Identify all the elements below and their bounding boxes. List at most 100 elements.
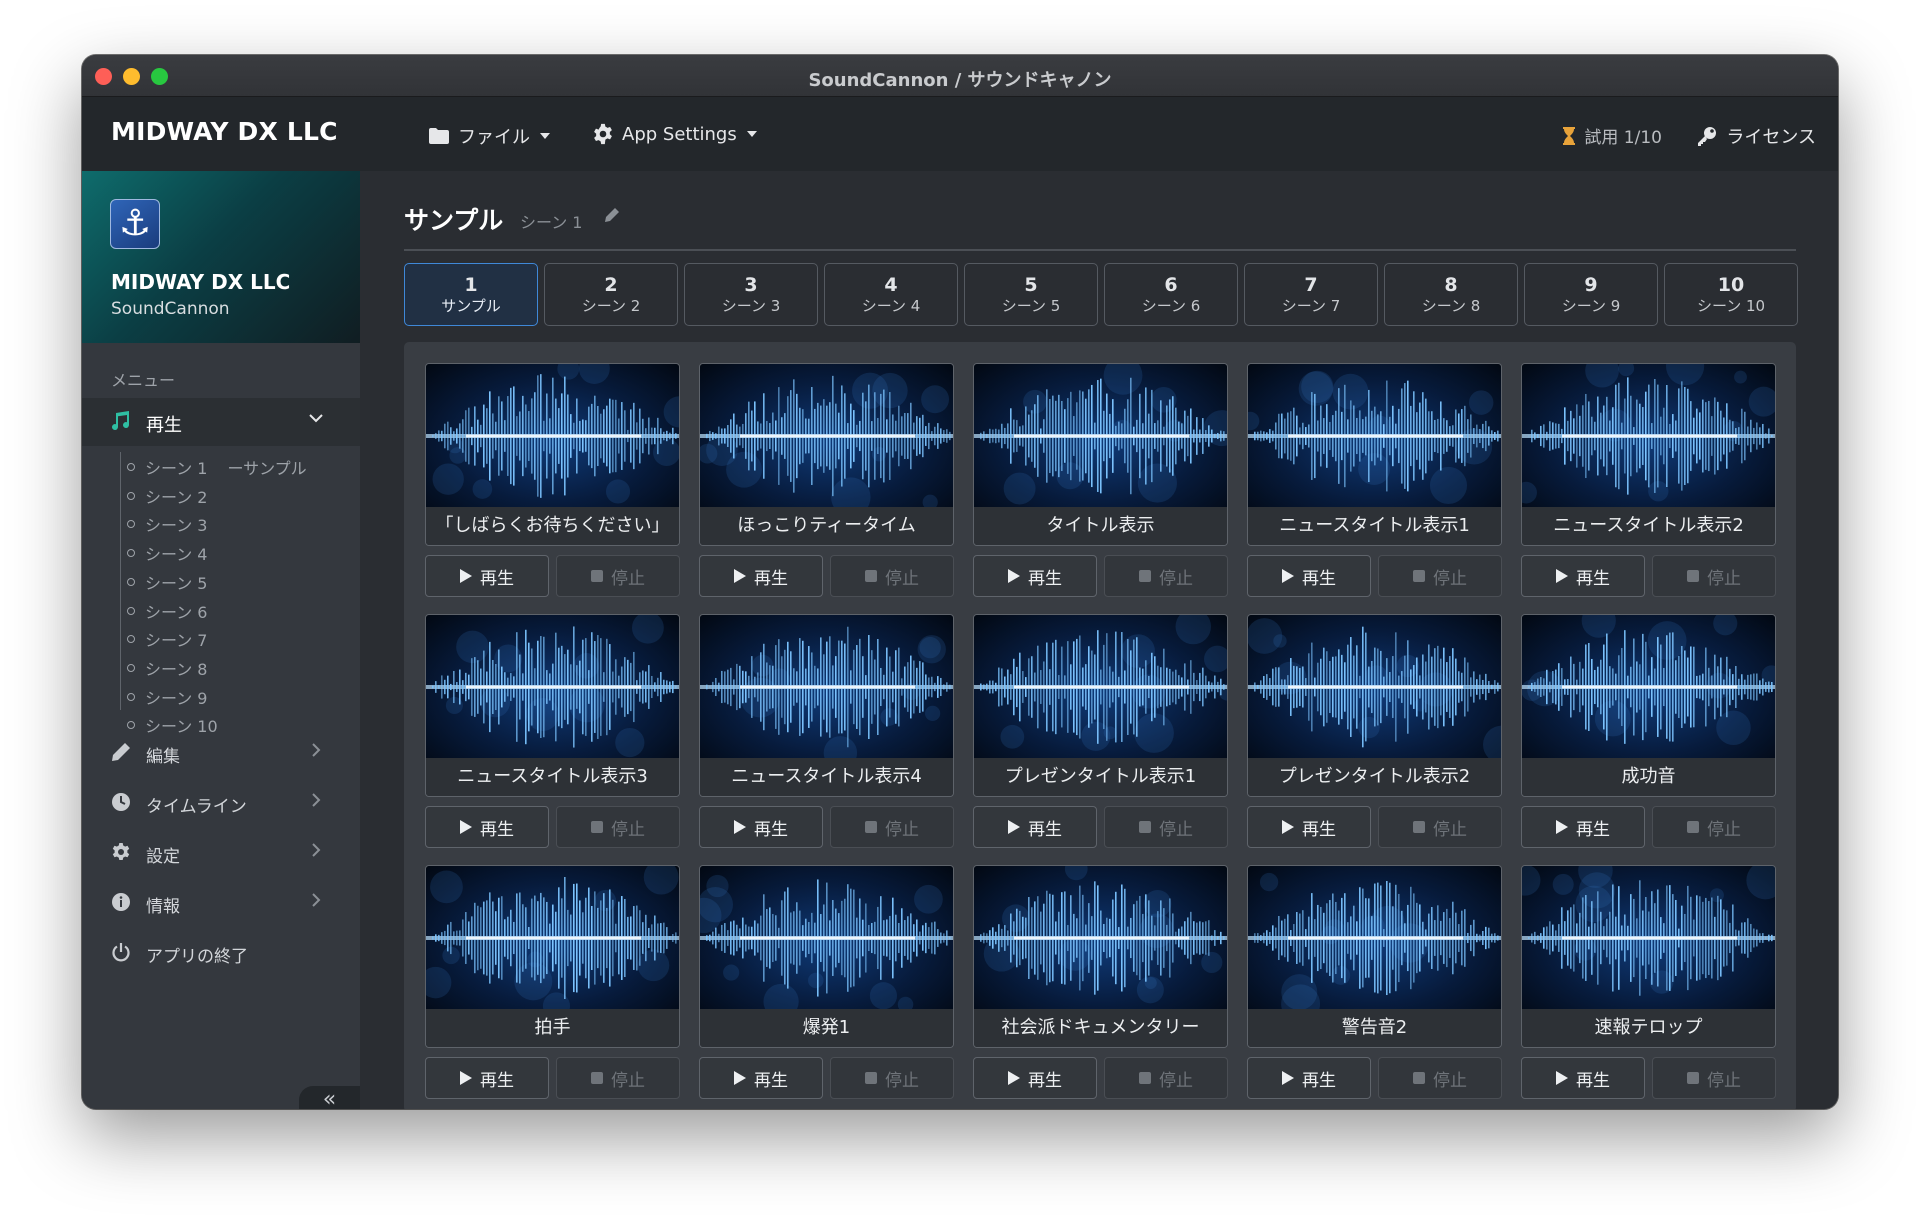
stop-button[interactable]: 停止 [1104,555,1228,597]
sidebar-scene-7[interactable]: シーン 7 [127,624,207,654]
waveform-thumbnail [700,866,953,1009]
sound-card[interactable]: 警告音2 [1247,865,1502,1048]
stop-button[interactable]: 停止 [1652,806,1776,848]
stop-label: 停止 [1433,1070,1467,1091]
sidebar-scene-4[interactable]: シーン 4 [127,538,207,568]
play-button[interactable]: 再生 [1521,806,1645,848]
tab-scene-2[interactable]: 2 シーン 2 [544,263,678,326]
sidebar-scene-8[interactable]: シーン 8 [127,653,207,683]
sidebar-item-5[interactable]: アプリの終了 [82,930,360,974]
sound-card[interactable]: 速報テロップ [1521,865,1776,1048]
sidebar-item-play[interactable]: 再生 [82,398,360,446]
sidebar-scene-6[interactable]: シーン 6 [127,596,207,626]
tab-number: 6 [1164,273,1178,296]
sound-card[interactable]: 「しばらくお待ちください」 [425,363,680,546]
scene-label: シーン 2 [145,487,208,507]
brand-name[interactable]: MIDWAY DX LLC [111,117,338,146]
stop-button[interactable]: 停止 [1378,555,1502,597]
tab-scene-5[interactable]: 5 シーン 5 [964,263,1098,326]
play-button[interactable]: 再生 [425,1057,549,1099]
play-button[interactable]: 再生 [699,555,823,597]
play-button[interactable]: 再生 [973,806,1097,848]
stop-button[interactable]: 停止 [830,1057,954,1099]
stop-button[interactable]: 停止 [830,806,954,848]
play-icon [1556,820,1568,834]
license-menu[interactable]: ライセンス [1696,123,1816,149]
stop-button[interactable]: 停止 [1652,1057,1776,1099]
sidebar-scene-3[interactable]: シーン 3 [127,509,207,539]
play-button[interactable]: 再生 [1247,1057,1371,1099]
sound-card[interactable]: 爆発1 [699,865,954,1048]
sound-card[interactable]: ニュースタイトル表示3 [425,614,680,797]
sound-card[interactable]: プレゼンタイトル表示2 [1247,614,1502,797]
tab-scene-1[interactable]: 1 サンプル [404,263,538,326]
sidebar-scene-2[interactable]: シーン 2 [127,481,207,511]
waveform-thumbnail [1248,364,1501,507]
app-name: SoundCannon [111,299,230,319]
waveform-thumbnail [700,364,953,507]
stop-button[interactable]: 停止 [1378,1057,1502,1099]
stop-button[interactable]: 停止 [1104,1057,1228,1099]
sound-card[interactable]: 成功音 [1521,614,1776,797]
stop-icon [1139,821,1151,833]
sound-card[interactable]: 社会派ドキュメンタリー [973,865,1228,1048]
play-button[interactable]: 再生 [425,806,549,848]
play-button[interactable]: 再生 [973,555,1097,597]
sidebar-item-3[interactable]: 設定 [82,830,360,874]
play-button[interactable]: 再生 [1521,555,1645,597]
sidebar-scene-1[interactable]: シーン 1 ーサンプル [127,452,307,482]
play-button[interactable]: 再生 [1247,806,1371,848]
sound-card[interactable]: ニュースタイトル表示4 [699,614,954,797]
stop-label: 停止 [885,819,919,840]
stop-button[interactable]: 停止 [556,1057,680,1099]
sound-card[interactable]: 拍手 [425,865,680,1048]
stop-button[interactable]: 停止 [1652,555,1776,597]
sidebar-scene-9[interactable]: シーン 9 [127,682,207,712]
sound-card[interactable]: ほっこりティータイム [699,363,954,546]
circle-icon [127,491,135,500]
play-button[interactable]: 再生 [1521,1057,1645,1099]
clock-icon [112,793,130,811]
info-icon [112,893,130,911]
play-button[interactable]: 再生 [425,555,549,597]
stop-button[interactable]: 停止 [556,806,680,848]
scene-label: シーン 8 [145,659,208,679]
sidebar-scene-5[interactable]: シーン 5 [127,567,207,597]
tab-label: シーン 4 [861,296,921,315]
circle-icon [127,606,135,615]
sound-card[interactable]: ニュースタイトル表示1 [1247,363,1502,546]
sound-name: ニュースタイトル表示3 [426,758,679,796]
sidebar-item-1[interactable]: 編集 [82,730,360,774]
sound-card[interactable]: プレゼンタイトル表示1 [973,614,1228,797]
sound-card[interactable]: タイトル表示 [973,363,1228,546]
play-button[interactable]: 再生 [699,806,823,848]
waveform-thumbnail [426,615,679,758]
sidebar-item-2[interactable]: タイムライン [82,780,360,824]
play-button[interactable]: 再生 [1247,555,1371,597]
tab-scene-10[interactable]: 10 シーン 10 [1664,263,1798,326]
sound-card[interactable]: ニュースタイトル表示2 [1521,363,1776,546]
tab-scene-6[interactable]: 6 シーン 6 [1104,263,1238,326]
tab-scene-4[interactable]: 4 シーン 4 [824,263,958,326]
play-icon [1282,820,1294,834]
scene-label: シーン 4 [145,545,208,565]
tab-scene-7[interactable]: 7 シーン 7 [1244,263,1378,326]
file-menu-label: ファイル [458,127,530,148]
stop-button[interactable]: 停止 [556,555,680,597]
stop-icon [1687,821,1699,833]
play-button[interactable]: 再生 [973,1057,1097,1099]
stop-button[interactable]: 停止 [1104,806,1228,848]
stop-button[interactable]: 停止 [830,555,954,597]
play-button[interactable]: 再生 [699,1057,823,1099]
app-settings-menu[interactable]: App Settings [592,123,757,145]
sidebar-item-4[interactable]: 情報 [82,880,360,924]
tab-scene-8[interactable]: 8 シーン 8 [1384,263,1518,326]
tab-scene-9[interactable]: 9 シーン 9 [1524,263,1658,326]
tab-scene-3[interactable]: 3 シーン 3 [684,263,818,326]
circle-icon [127,721,135,730]
collapse-sidebar-button[interactable]: « [299,1086,360,1109]
stop-button[interactable]: 停止 [1378,806,1502,848]
file-menu[interactable]: ファイル [428,123,550,149]
pencil-icon[interactable] [604,207,620,223]
trial-status[interactable]: 試用 1/10 [1562,123,1662,148]
